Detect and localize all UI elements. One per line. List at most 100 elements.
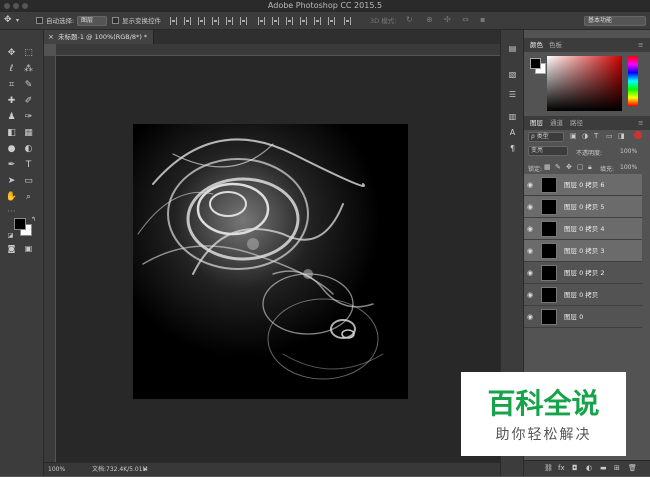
tab-swatches[interactable]: 色板	[549, 38, 562, 52]
layer-style-icon[interactable]: fx	[558, 464, 565, 472]
link-layers-icon[interactable]: ⛓	[544, 464, 553, 472]
tab-color[interactable]: 颜色	[530, 38, 543, 52]
blend-mode-dropdown[interactable]: 变亮	[528, 146, 568, 156]
distribute-vcenter-icon[interactable]	[272, 17, 279, 25]
layer-row[interactable]: ◉ 图层 0 拷贝 3	[524, 240, 642, 262]
layer-row[interactable]: ◉ 图层 0 拷贝 6	[524, 174, 642, 196]
3d-scale-icon[interactable]: ▪	[480, 15, 485, 25]
minimize-window-icon[interactable]	[13, 3, 19, 9]
adjustments-panel-icon[interactable]: ▧	[506, 68, 519, 81]
align-hcenter-icon[interactable]	[226, 17, 233, 25]
delete-layer-icon[interactable]: 🗑︎	[628, 464, 637, 472]
character-panel-icon[interactable]: A	[506, 126, 519, 139]
distribute-top-icon[interactable]	[258, 17, 265, 25]
filter-toggle-icon[interactable]	[634, 131, 642, 139]
align-right-icon[interactable]	[240, 17, 247, 25]
visibility-eye-icon[interactable]: ◉	[527, 291, 533, 299]
distribute-bottom-icon[interactable]	[286, 17, 293, 25]
hue-slider[interactable]	[628, 56, 638, 106]
tab-layers[interactable]: 图层	[530, 116, 543, 130]
lock-all-icon[interactable]: 🔒︎	[588, 163, 592, 172]
align-left-icon[interactable]	[212, 17, 219, 25]
foreground-color-swatch[interactable]	[14, 218, 26, 230]
layer-mask-icon[interactable]: ◘	[572, 464, 578, 472]
3d-roll-icon[interactable]: ⊕	[426, 15, 433, 25]
workspace-dropdown[interactable]: 基本功能	[584, 16, 646, 26]
visibility-eye-icon[interactable]: ◉	[527, 225, 533, 233]
visibility-eye-icon[interactable]: ◉	[527, 203, 533, 211]
libraries-panel-icon[interactable]: ▥	[506, 110, 519, 123]
hand-tool[interactable]: ✋	[5, 191, 18, 204]
close-tab-icon[interactable]: ×	[48, 30, 54, 44]
eyedropper-tool[interactable]: ✎	[22, 79, 35, 92]
layer-row[interactable]: ◉ 图层 0 拷贝 4	[524, 218, 642, 240]
magic-wand-tool[interactable]: ⁂	[22, 63, 35, 76]
eraser-tool[interactable]: ◧	[5, 127, 18, 140]
lock-artboard-icon[interactable]: ▢	[577, 163, 584, 171]
panel-menu-icon[interactable]: ≡	[638, 38, 643, 52]
default-colors-icon[interactable]: ◪	[4, 229, 17, 242]
visibility-eye-icon[interactable]: ◉	[527, 181, 533, 189]
auto-select-checkbox[interactable]	[36, 17, 43, 24]
new-layer-icon[interactable]: ⊞	[614, 464, 620, 472]
shape-tool[interactable]: ▭	[22, 175, 35, 188]
lock-position-icon[interactable]: ✥	[566, 163, 572, 171]
history-panel-icon[interactable]: ▤	[506, 42, 519, 55]
crop-tool[interactable]: ⌗	[5, 79, 18, 92]
distribute-right-icon[interactable]	[328, 17, 335, 25]
filter-smart-object-icon[interactable]: ◨	[618, 132, 625, 140]
document-tab[interactable]: × 未标题-1 @ 100%(RGB/8*) *	[44, 30, 154, 44]
brush-tool[interactable]: ✐	[22, 95, 35, 108]
adjustment-layer-icon[interactable]: ◐	[586, 464, 592, 472]
filter-adjustment-icon[interactable]: ◑	[582, 132, 588, 140]
blur-tool[interactable]: ●	[5, 143, 18, 156]
swap-colors-icon[interactable]: ↰	[27, 213, 40, 226]
type-tool[interactable]: T	[22, 159, 35, 172]
screen-mode-icon[interactable]: ▣	[22, 242, 35, 255]
status-menu-icon[interactable]: ▸	[144, 463, 147, 477]
paragraph-panel-icon[interactable]: ¶	[506, 142, 519, 155]
new-group-icon[interactable]: ▬	[600, 464, 607, 472]
path-selection-tool[interactable]: ➤	[5, 175, 18, 188]
healing-brush-tool[interactable]: ✚	[5, 95, 18, 108]
layers-menu-icon[interactable]: ≡	[638, 116, 643, 130]
zoom-tool[interactable]: ⌕	[22, 191, 35, 204]
move-tool[interactable]: ✥	[5, 47, 18, 60]
tool-preset-dropdown-icon[interactable]: ▾	[16, 16, 19, 26]
fill-value[interactable]: 100%	[620, 164, 637, 171]
align-vcenter-icon[interactable]	[184, 17, 191, 25]
color-picker-field[interactable]	[547, 56, 622, 111]
dodge-tool[interactable]: ◐	[22, 143, 35, 156]
lock-pixels-icon[interactable]: ✎	[555, 163, 561, 171]
color-foreground-swatch[interactable]	[530, 58, 541, 69]
align-bottom-icon[interactable]	[198, 17, 205, 25]
3d-rotate-icon[interactable]: ↻	[406, 15, 413, 25]
layer-row[interactable]: ◉ 图层 0 拷贝 2	[524, 262, 642, 284]
layer-row[interactable]: ◉ 图层 0 拷贝	[524, 284, 642, 306]
history-brush-tool[interactable]: ✑	[22, 111, 35, 124]
quick-mask-icon[interactable]: ◙	[5, 242, 18, 255]
show-transform-checkbox[interactable]	[112, 17, 119, 24]
distribute-left-icon[interactable]	[300, 17, 307, 25]
3d-slide-icon[interactable]: ⇔	[462, 15, 469, 25]
auto-select-dropdown[interactable]: 图层	[77, 16, 107, 26]
visibility-eye-icon[interactable]: ◉	[527, 313, 533, 321]
layer-row[interactable]: ◉ 图层 0 拷贝 5	[524, 196, 642, 218]
auto-align-icon[interactable]	[344, 17, 351, 25]
marquee-tool[interactable]: ⬚	[22, 47, 35, 60]
zoom-window-icon[interactable]	[22, 3, 28, 9]
visibility-eye-icon[interactable]: ◉	[527, 269, 533, 277]
tab-channels[interactable]: 通道	[550, 116, 563, 130]
3d-pan-icon[interactable]: ✣	[444, 15, 451, 25]
pen-tool[interactable]: ✒	[5, 159, 18, 172]
lasso-tool[interactable]: ℓ	[5, 63, 18, 76]
align-top-icon[interactable]	[170, 17, 177, 25]
zoom-level[interactable]: 100%	[48, 463, 65, 477]
close-window-icon[interactable]	[4, 3, 10, 9]
gradient-tool[interactable]: ▦	[22, 127, 35, 140]
layer-row[interactable]: ◉ 图层 0	[524, 306, 642, 328]
properties-panel-icon[interactable]: ☰	[506, 88, 519, 101]
filter-type-icon[interactable]: T	[594, 132, 598, 140]
move-tool-icon[interactable]: ✥	[4, 15, 12, 25]
filter-shape-icon[interactable]: ▭	[606, 132, 613, 140]
